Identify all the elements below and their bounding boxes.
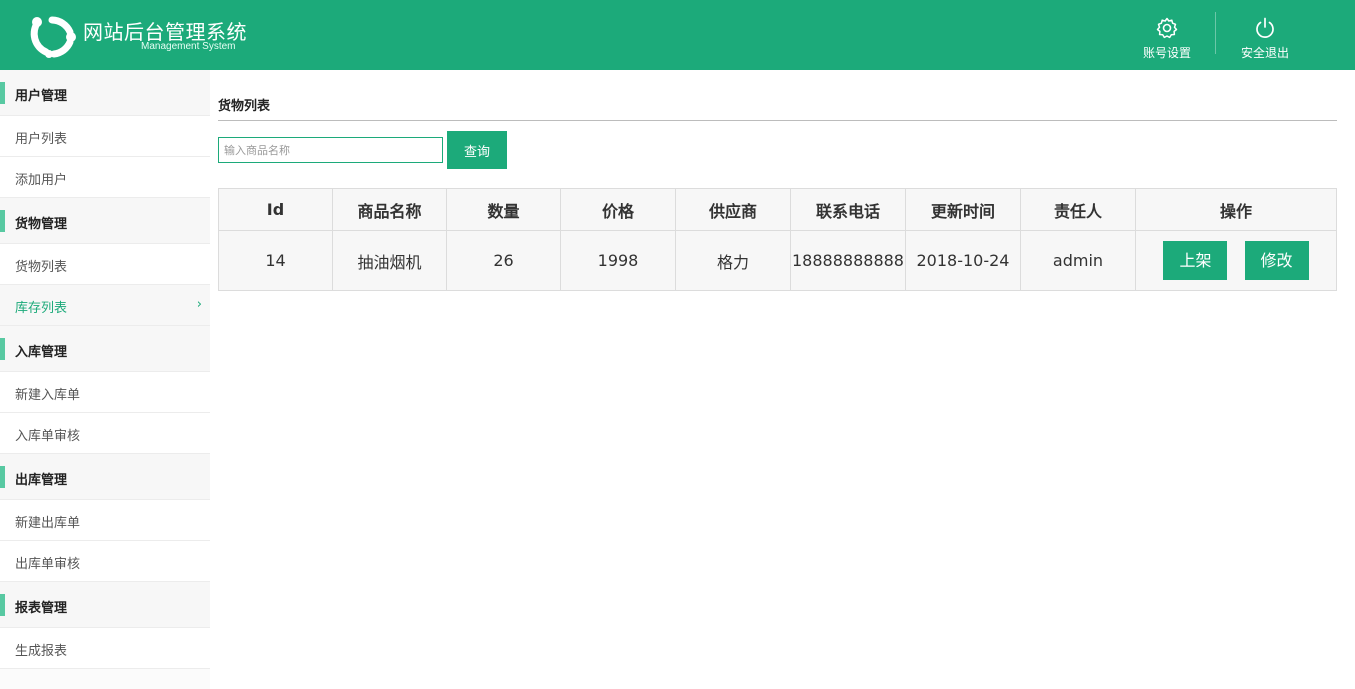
group-marker bbox=[0, 82, 5, 104]
column-header: 操作 bbox=[1135, 188, 1337, 231]
sidebar-item-add-user[interactable]: 添加用户 bbox=[0, 157, 210, 198]
column-header: 价格 bbox=[560, 188, 676, 231]
sidebar-item-generate-report[interactable]: 生成报表 bbox=[0, 628, 210, 669]
column-header: 数量 bbox=[446, 188, 561, 231]
sidebar-item-outbound-review[interactable]: 出库单审核 bbox=[0, 541, 210, 582]
cell-name: 抽油烟机 bbox=[332, 230, 447, 291]
column-header: 责任人 bbox=[1020, 188, 1136, 231]
search-input[interactable] bbox=[218, 137, 443, 163]
chevron-right-icon: › bbox=[196, 297, 202, 312]
sidebar-item-new-inbound[interactable]: 新建入库单 bbox=[0, 372, 210, 413]
page-title: 货物列表 bbox=[218, 99, 271, 114]
sidebar-group-label: 报表管理 bbox=[15, 601, 68, 616]
sidebar-group-label: 货物管理 bbox=[15, 217, 68, 232]
top-header: 网站后台管理系统 Management System 账号设置 安全退出 bbox=[0, 0, 1355, 70]
sidebar-item-stock-list[interactable]: 库存列表 › bbox=[0, 285, 210, 326]
cell-price: 1998 bbox=[560, 230, 676, 291]
header-divider bbox=[1215, 12, 1216, 54]
sidebar-item-goods-list[interactable]: 货物列表 bbox=[0, 244, 210, 285]
group-marker bbox=[0, 338, 5, 360]
column-header: 联系电话 bbox=[790, 188, 906, 231]
sidebar-item-user-list[interactable]: 用户列表 bbox=[0, 116, 210, 157]
sidebar-group-goods: 货物管理 bbox=[0, 198, 210, 244]
logo-icon bbox=[30, 16, 76, 58]
title-divider bbox=[218, 120, 1337, 121]
cell-quantity: 26 bbox=[446, 230, 561, 291]
sidebar-group-reports: 报表管理 bbox=[0, 582, 210, 628]
sidebar-item-label: 新建出库单 bbox=[15, 516, 81, 531]
sidebar-item-label: 出库单审核 bbox=[15, 557, 81, 572]
cell-owner: admin bbox=[1020, 230, 1136, 291]
table-row: 14 抽油烟机 26 1998 格力 18888888888 2018-10-2… bbox=[218, 230, 1337, 291]
sidebar-item-label: 生成报表 bbox=[15, 644, 68, 659]
sidebar-group-outbound: 出库管理 bbox=[0, 454, 210, 500]
logout-label: 安全退出 bbox=[1240, 46, 1289, 60]
sidebar-group-users: 用户管理 bbox=[0, 70, 210, 116]
cell-actions: 上架 修改 bbox=[1135, 230, 1337, 291]
search-button[interactable]: 查询 bbox=[447, 131, 507, 169]
app-subtitle: Management System bbox=[141, 41, 236, 52]
sidebar-item-label: 新建入库单 bbox=[15, 388, 81, 403]
account-settings-label: 账号设置 bbox=[1142, 46, 1191, 60]
cell-supplier: 格力 bbox=[675, 230, 791, 291]
sidebar-item-label: 添加用户 bbox=[15, 173, 68, 188]
power-icon bbox=[1256, 17, 1274, 38]
cell-updated: 2018-10-24 bbox=[905, 230, 1021, 291]
sidebar-item-label: 货物列表 bbox=[15, 260, 68, 275]
sidebar-item-label: 入库单审核 bbox=[15, 429, 81, 444]
sidebar: 用户管理 用户列表 添加用户 货物管理 货物列表 库存列表 › 入库管理 新建入… bbox=[0, 70, 210, 689]
sidebar-group-inbound: 入库管理 bbox=[0, 326, 210, 372]
column-header: 更新时间 bbox=[905, 188, 1021, 231]
cell-id: 14 bbox=[218, 230, 333, 291]
sidebar-item-label: 用户列表 bbox=[15, 132, 68, 147]
group-marker bbox=[0, 466, 5, 488]
goods-table: Id 商品名称 数量 价格 供应商 联系电话 更新时间 责任人 操作 14 抽油… bbox=[218, 188, 1337, 291]
sidebar-item-label: 库存列表 bbox=[15, 301, 68, 316]
sidebar-group-label: 入库管理 bbox=[15, 345, 68, 360]
gear-icon bbox=[1156, 17, 1178, 39]
sidebar-group-label: 用户管理 bbox=[15, 89, 68, 104]
logout-button[interactable]: 安全退出 bbox=[1227, 12, 1303, 62]
sidebar-item-inbound-review[interactable]: 入库单审核 bbox=[0, 413, 210, 454]
cell-phone: 18888888888 bbox=[790, 230, 906, 291]
column-header: 供应商 bbox=[675, 188, 791, 231]
sidebar-item-new-outbound[interactable]: 新建出库单 bbox=[0, 500, 210, 541]
column-header: Id bbox=[218, 188, 333, 231]
table-header-row: Id 商品名称 数量 价格 供应商 联系电话 更新时间 责任人 操作 bbox=[218, 188, 1337, 231]
sidebar-group-label: 出库管理 bbox=[15, 473, 68, 488]
column-header: 商品名称 bbox=[332, 188, 447, 231]
group-marker bbox=[0, 594, 5, 616]
account-settings-button[interactable]: 账号设置 bbox=[1129, 12, 1205, 62]
shelve-button[interactable]: 上架 bbox=[1163, 241, 1228, 280]
edit-button[interactable]: 修改 bbox=[1244, 241, 1309, 280]
group-marker bbox=[0, 210, 5, 232]
